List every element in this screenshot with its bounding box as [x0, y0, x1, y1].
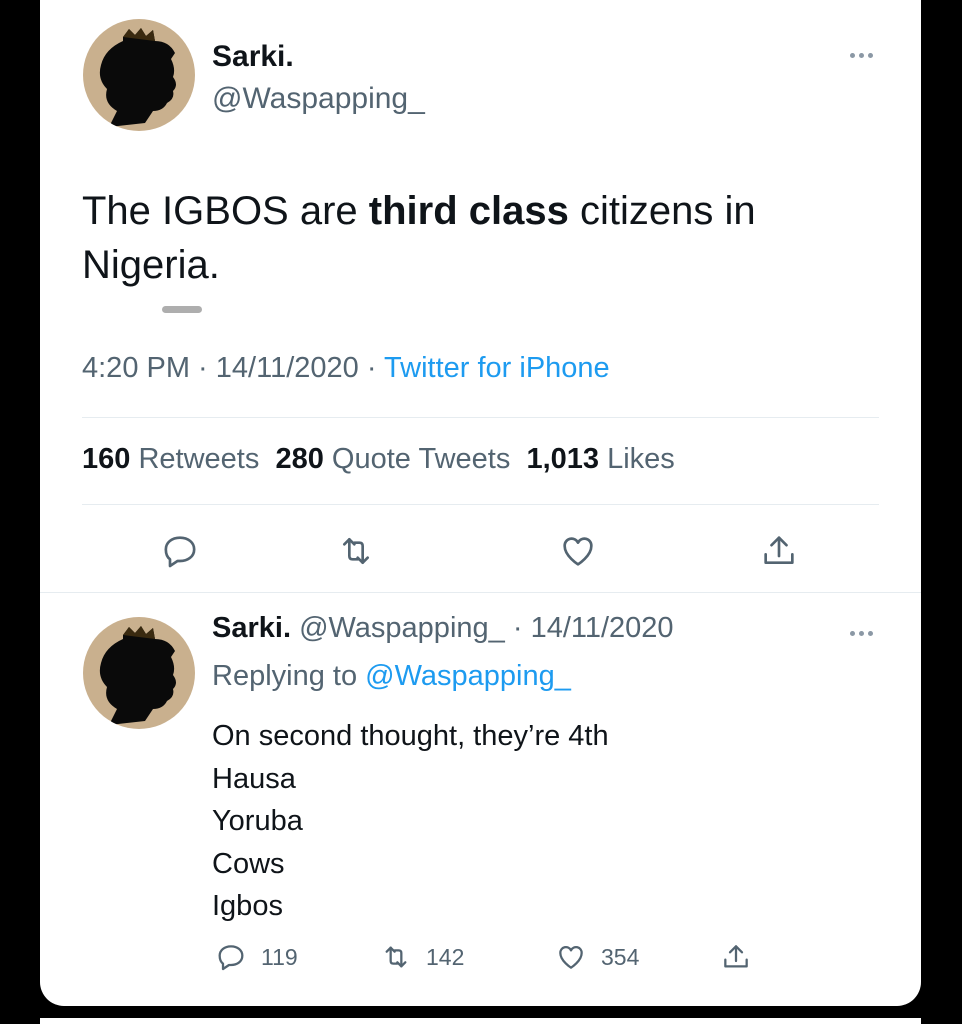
like-count: 354 — [601, 943, 640, 970]
like-icon[interactable] — [558, 531, 598, 571]
replying-mention-link[interactable]: @Waspapping_ — [365, 660, 571, 692]
tweet-meta: 4:20 PM · 14/11/2020 · Twitter for iPhon… — [82, 352, 610, 384]
retweet-icon — [385, 946, 407, 968]
reply-line: Igbos — [212, 890, 283, 922]
reply-line: Hausa — [212, 762, 296, 795]
tweet-date: 14/11/2020 — [215, 352, 359, 384]
retweets-label[interactable]: Retweets — [138, 443, 259, 475]
reply-count: 119 — [261, 943, 298, 970]
like-icon — [559, 945, 583, 969]
divider — [82, 417, 879, 418]
next-card-edge — [40, 1018, 921, 1024]
more-options-icon[interactable] — [844, 628, 878, 638]
divider — [40, 592, 921, 593]
reply-share-button[interactable] — [720, 940, 752, 974]
reply-reply-button[interactable]: 119 — [215, 940, 298, 974]
reply-display-name[interactable]: Sarki. — [212, 612, 291, 644]
tweet-text-before: The IGBOS are — [82, 189, 369, 233]
retweet-count: 142 — [426, 943, 465, 970]
retweets-count[interactable]: 160 — [82, 443, 130, 475]
tweet-stats: 160 Retweets 280 Quote Tweets 1,013 Like… — [82, 443, 675, 476]
reply-like-button[interactable]: 354 — [555, 940, 639, 974]
avatar[interactable] — [83, 617, 195, 729]
replying-label: Replying to — [212, 660, 358, 692]
quotes-count[interactable]: 280 — [275, 443, 323, 475]
silhouette-icon — [99, 28, 176, 127]
divider — [82, 504, 879, 505]
replying-to: Replying to @Waspapping_ — [212, 660, 571, 693]
tweet-time: 4:20 PM — [82, 352, 190, 384]
reply-header: Sarki. @Waspapping_ · 14/11/2020 — [212, 612, 674, 644]
avatar[interactable] — [83, 19, 195, 131]
reply-line: Yoruba — [212, 805, 303, 837]
quotes-label[interactable]: Quote Tweets — [332, 443, 510, 475]
likes-count[interactable]: 1,013 — [526, 443, 599, 475]
tweet-source-link[interactable]: Twitter for iPhone — [384, 352, 610, 384]
tweet-text: The IGBOS are third class citizens in Ni… — [82, 184, 882, 292]
likes-label[interactable]: Likes — [607, 443, 675, 475]
reply-handle[interactable]: @Waspapping_ — [299, 612, 505, 644]
reply-date: 14/11/2020 — [530, 612, 674, 644]
reply-line: Cows — [212, 847, 285, 880]
user-handle[interactable]: @Waspapping_ — [212, 82, 425, 116]
reply-icon[interactable] — [160, 531, 200, 571]
more-options-icon[interactable] — [844, 50, 878, 60]
share-icon — [724, 945, 748, 968]
scribble-mark — [162, 306, 202, 313]
reply-line: On second thought, they’re 4th — [212, 720, 609, 752]
tweet-text-bold: third class — [368, 189, 569, 233]
reply-icon — [218, 945, 244, 971]
silhouette-icon — [99, 626, 176, 725]
reply-text: On second thought, they’re 4th Hausa Yor… — [212, 715, 609, 928]
share-icon[interactable] — [759, 531, 799, 571]
display-name[interactable]: Sarki. — [212, 40, 294, 74]
retweet-icon[interactable] — [336, 531, 376, 571]
tweet-card: Sarki. @Waspapping_ The IGBOS are third … — [40, 0, 921, 1006]
reply-retweet-button[interactable]: 142 — [380, 940, 464, 974]
